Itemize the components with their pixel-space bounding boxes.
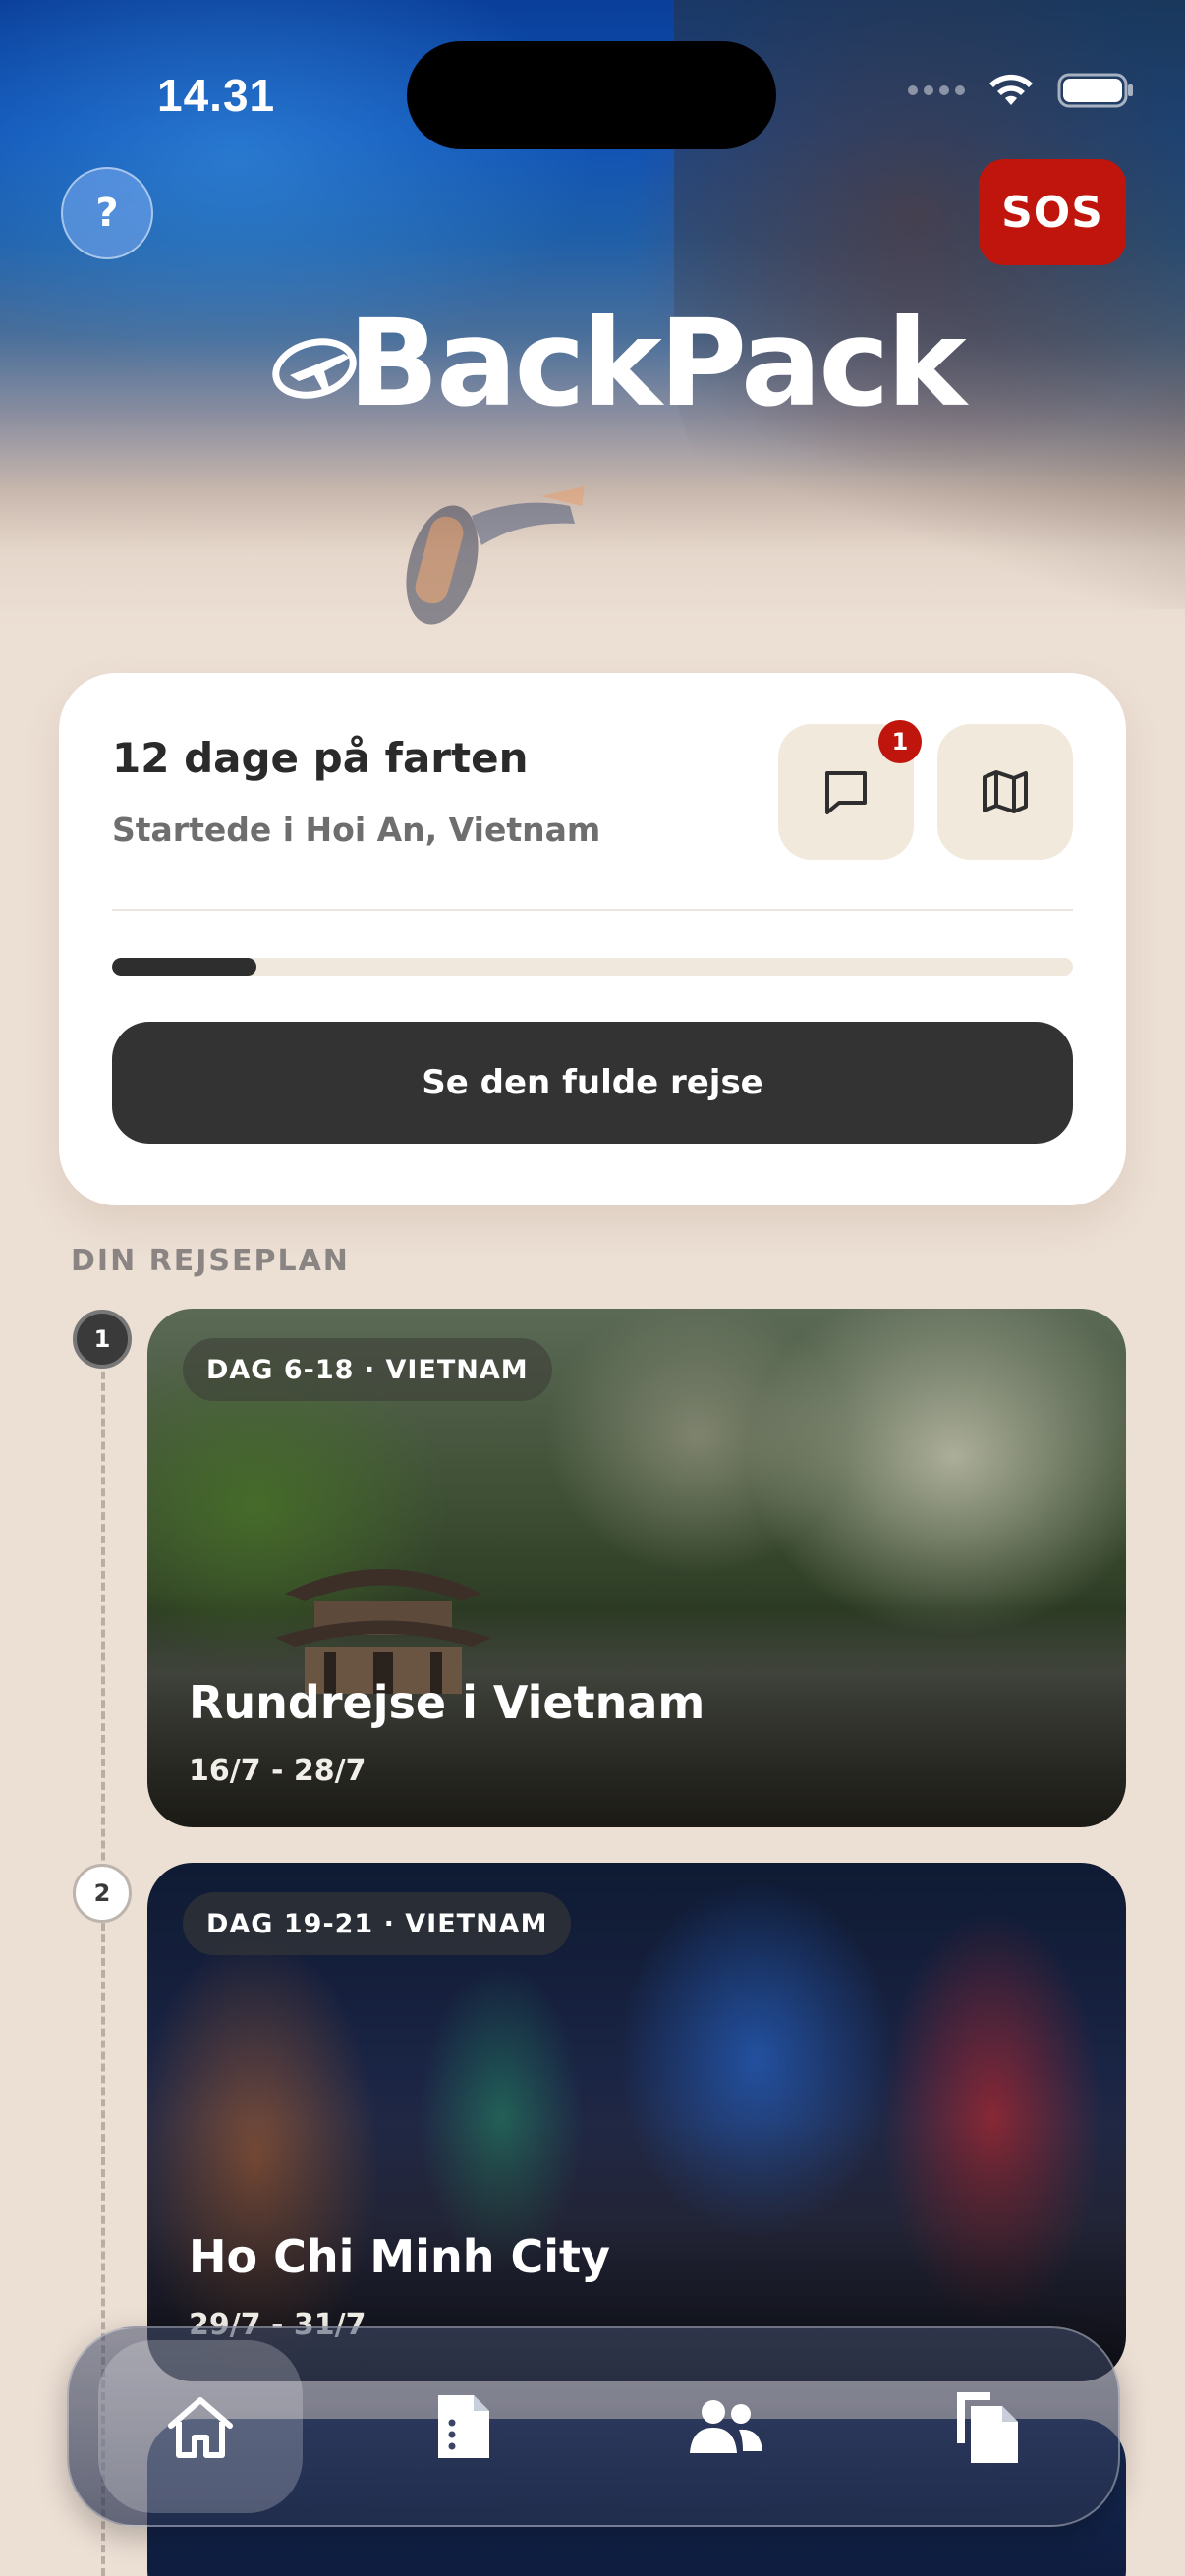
pagoda-image: [275, 1569, 491, 1694]
tab-travellers[interactable]: [623, 2340, 827, 2513]
status-time: 14.31: [157, 70, 276, 121]
home-icon: [167, 2397, 233, 2458]
help-button[interactable]: ?: [61, 167, 153, 259]
trip-progress-fill: [112, 958, 256, 976]
message-badge: 1: [878, 720, 922, 763]
timeline-step-1: 1: [73, 1310, 132, 1369]
tab-home[interactable]: [97, 2340, 303, 2513]
copy-icon: [956, 2392, 1018, 2463]
document-icon: [437, 2395, 489, 2458]
sos-button[interactable]: SOS: [979, 159, 1126, 265]
itinerary-title: Ho Chi Minh City: [189, 2230, 610, 2283]
itinerary-tag: DAG 6-18 · VIETNAM: [183, 1338, 552, 1401]
trip-progress-bar: [112, 958, 1073, 976]
wifi-icon: [989, 74, 1033, 105]
chat-icon: [825, 771, 867, 814]
status-icons: [908, 71, 1136, 110]
itinerary-card-ho-chi-minh[interactable]: DAG 19-21 · VIETNAM Ho Chi Minh City 29/…: [147, 1863, 1126, 2381]
tab-documents[interactable]: [361, 2340, 565, 2513]
itinerary-dates: 16/7 - 28/7: [189, 1754, 367, 1788]
people-icon: [689, 2400, 762, 2453]
trip-title: 12 dage på farten: [112, 734, 529, 782]
diver-image: [406, 486, 585, 625]
logo-text: BackPack: [348, 294, 967, 433]
view-full-trip-button[interactable]: Se den fulde rejse: [112, 1022, 1073, 1144]
timeline-step-2: 2: [73, 1864, 132, 1923]
battery-icon: [1057, 73, 1133, 108]
tab-files[interactable]: [885, 2340, 1090, 2513]
itinerary-card-vietnam-tour[interactable]: DAG 6-18 · VIETNAM Rundrejse i Vietnam 1…: [147, 1309, 1126, 1827]
map-icon: [983, 770, 1028, 813]
itinerary-tag: DAG 19-21 · VIETNAM: [183, 1892, 572, 1955]
trip-subtitle: Startede i Hoi An, Vietnam: [112, 811, 601, 849]
itinerary-section-title: DIN REJSEPLAN: [71, 1244, 350, 1278]
backpack-logo: BackPack: [265, 294, 967, 433]
card-divider: [112, 909, 1073, 911]
trip-summary-card: 12 dage på farten Startede i Hoi An, Vie…: [59, 673, 1126, 1205]
map-button[interactable]: [937, 724, 1073, 860]
dynamic-island: [407, 41, 776, 149]
bottom-tab-bar: [67, 2326, 1120, 2527]
cellular-signal-icon: [908, 85, 965, 95]
itinerary-title: Rundrejse i Vietnam: [189, 1676, 705, 1729]
